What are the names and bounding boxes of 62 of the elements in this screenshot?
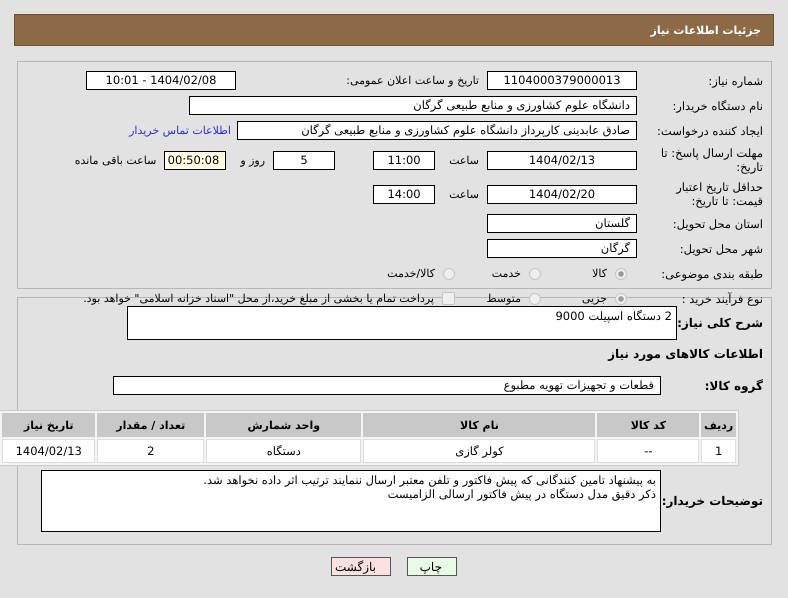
radio-label: خدمت <box>492 267 521 280</box>
back-button[interactable]: بازگشت <box>331 557 391 576</box>
field-label: حداقل تاریخ اعتبار قیمت: تا تاریخ: <box>674 180 764 208</box>
table-cell: 1404/02/13 <box>2 439 96 463</box>
validity-date-field: 1404/02/20 <box>487 184 637 204</box>
notes-line: به پیشنهاد تامین کنندگانی که پیش فاکتور و تلفن معتبر ارسال ننمایند ترتیب اثر داده نخواهد شد. <box>202 473 656 487</box>
field-label: نام دستگاه خریدار: <box>671 98 764 112</box>
field-label: تاریخ و ساعت اعلان عمومی: <box>345 74 480 87</box>
province-field: گلستان <box>487 214 637 233</box>
buyer-org-field: دانشگاه علوم کشاورزی و منابع طبیعی گرگان <box>189 96 637 115</box>
field-label: شهر محل تحویل: <box>678 242 764 256</box>
table-cell: 2 <box>97 439 204 463</box>
announce-date-field: 1404/02/08 - 10:01 <box>86 71 236 90</box>
field-label: ساعت باقی مانده <box>74 154 158 166</box>
notes-line: ذکر دقیق مدل دستگاه در پیش فاکتور ارسالی الزامیست <box>386 487 656 501</box>
field-label: ساعت <box>448 154 480 166</box>
table-cell: دستگاه <box>206 439 362 463</box>
remaining-time-field: 00:50:08 <box>164 150 226 170</box>
days-field: 5 <box>273 150 336 170</box>
radio-label: متوسط <box>486 292 521 305</box>
field-label: شماره نیاز: <box>707 74 764 88</box>
print-button[interactable]: چاپ <box>407 557 457 576</box>
deadline-date-field: 1404/02/13 <box>487 150 637 170</box>
table-cell: 1 <box>701 439 736 463</box>
field-label: ایجاد کننده درخواست: <box>656 124 764 138</box>
description-field: 2 دستگاه اسپیلت 9000 <box>127 306 677 340</box>
checkbox-label: پرداخت تمام یا بخشی از مبلغ خرید،از محل "اسناد خزانه اسلامی" خواهد بود. <box>83 292 434 305</box>
table-cell: کولر گازی <box>363 439 596 463</box>
validity-time-field: 14:00 <box>373 184 436 204</box>
field-label: استان محل تحویل: <box>672 216 764 230</box>
column-header: واحد شمارش <box>206 413 362 437</box>
creator-field: صادق عابدینی کارپرداز دانشگاه علوم کشاورزی و منابع طبیعی گرگان <box>237 121 637 140</box>
radio-button[interactable] <box>529 268 541 280</box>
city-field: گرگان <box>487 239 637 258</box>
column-header: نام کالا <box>363 413 596 437</box>
table-cell: -- <box>597 439 700 463</box>
column-header: ردیف <box>701 413 736 437</box>
column-header: تاریخ نیاز <box>2 413 96 437</box>
radio-button[interactable] <box>529 292 541 304</box>
checkbox[interactable] <box>442 292 455 305</box>
column-header: کد کالا <box>597 413 700 437</box>
radio-label: جزیی <box>582 292 607 305</box>
field-label: گروه کالا: <box>704 378 764 392</box>
radio-label: کالا <box>592 267 607 280</box>
need-number-field: 1104000379000013 <box>487 71 637 90</box>
field-label: ساعت <box>448 188 480 200</box>
field-label: شرح کلی نیاز: <box>681 316 764 330</box>
column-header: تعداد / مقدار <box>97 413 204 437</box>
field-label: طبقه بندی موضوعی: <box>660 266 764 280</box>
radio-button[interactable] <box>443 268 455 280</box>
deadline-time-field: 11:00 <box>373 150 436 170</box>
radio-label: کالا/خدمت <box>387 267 435 280</box>
field-label: توضیحات خریدار: <box>661 494 764 508</box>
goods-group-field: قطعات و تجهیزات تهویه مطبوع <box>113 376 661 395</box>
field-label: روز و <box>238 154 266 166</box>
page-title: جزئیات اطلاعات نیاز <box>650 24 761 36</box>
field-label: مهلت ارسال پاسخ: تا تاریخ: <box>660 146 764 174</box>
section-title: اطلاعات کالاهای مورد نیاز <box>608 346 764 360</box>
field-label: نوع فرآیند خرید : <box>680 292 764 306</box>
radio-button[interactable] <box>615 292 627 304</box>
buyer-contact-link[interactable]: اطلاعات تماس خریدار <box>129 124 237 137</box>
radio-button[interactable] <box>615 268 627 280</box>
